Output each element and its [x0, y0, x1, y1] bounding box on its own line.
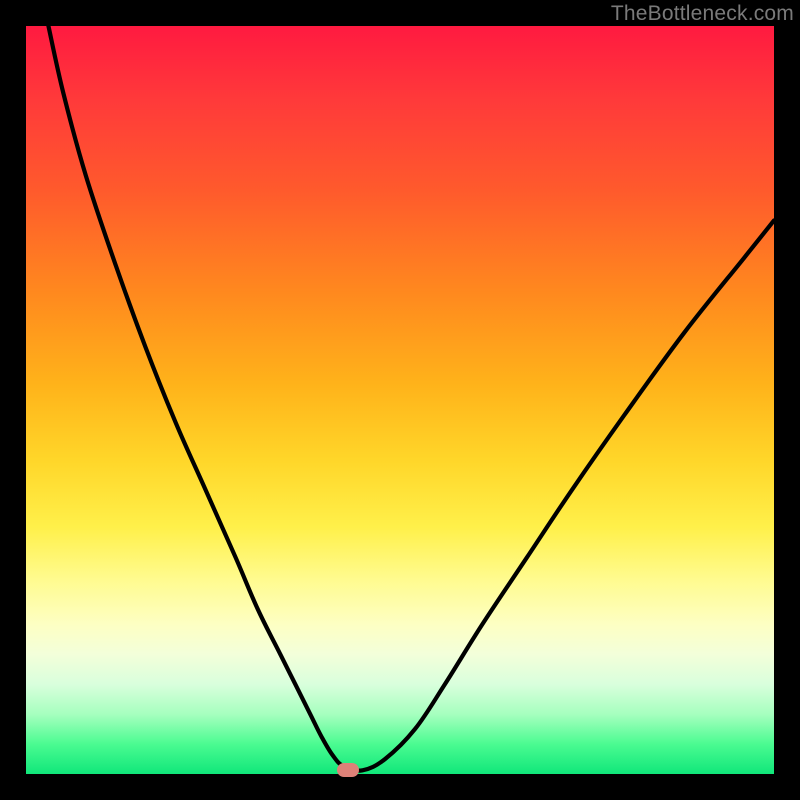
bottleneck-curve: [26, 26, 774, 774]
curve-path: [48, 26, 774, 771]
watermark-label: TheBottleneck.com: [611, 2, 794, 26]
plot-area: [26, 26, 774, 774]
minimum-marker: [337, 763, 359, 777]
chart-frame: TheBottleneck.com: [0, 0, 800, 800]
